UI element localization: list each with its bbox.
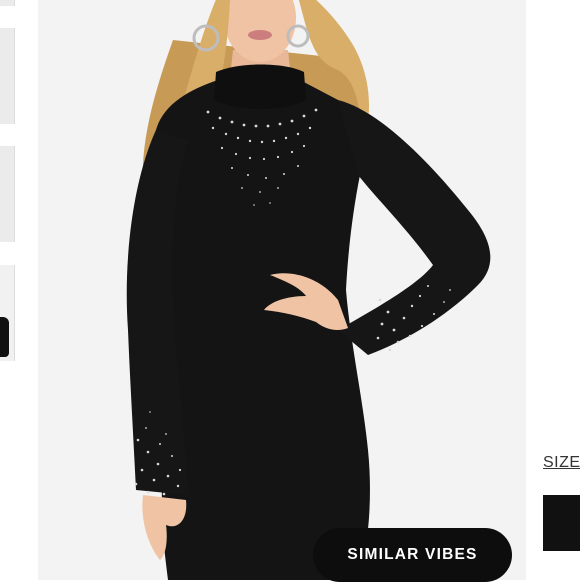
product-main-image[interactable]: [38, 0, 526, 580]
dress-collar: [214, 64, 306, 109]
thumbnail-1[interactable]: [0, 0, 15, 6]
thumbnail-strip: [0, 0, 16, 580]
product-details-panel: [526, 0, 580, 580]
thumbnail-4[interactable]: [0, 265, 15, 361]
thumbnail-dress-preview: [0, 317, 9, 357]
lips: [248, 30, 272, 40]
size-label[interactable]: SIZE: [543, 454, 580, 472]
similar-vibes-button[interactable]: SIMILAR VIBES: [313, 528, 512, 582]
thumbnail-3[interactable]: [0, 146, 15, 242]
size-option-swatch[interactable]: [543, 495, 580, 551]
thumbnail-2[interactable]: [0, 28, 15, 124]
product-photo: [38, 0, 526, 580]
